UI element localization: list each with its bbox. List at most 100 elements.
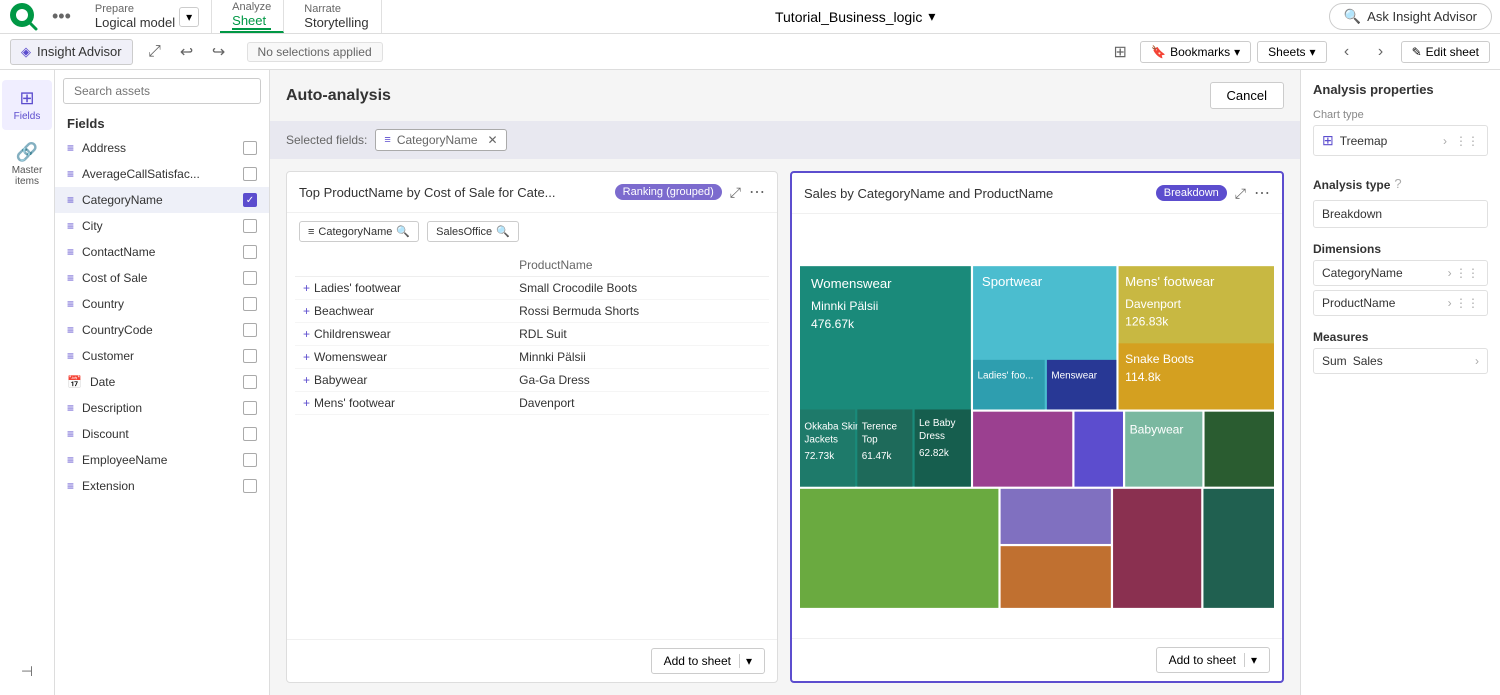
field-checkbox-country[interactable] <box>243 297 257 311</box>
insight-advisor-tab[interactable]: ◈ Insight Advisor <box>10 39 133 65</box>
table-cell-category: +Babywear <box>295 369 511 392</box>
more-options-icon[interactable]: ••• <box>48 6 75 27</box>
prepare-section[interactable]: Prepare Logical model ▾ <box>83 0 212 33</box>
field-checkbox-discount[interactable] <box>243 427 257 441</box>
chart-type-text: Treemap <box>1340 134 1388 148</box>
chip-icon: ≡ <box>384 134 390 146</box>
chart-card-ranking: Top ProductName by Cost of Sale for Cate… <box>286 171 778 683</box>
treemap-minnki-label: Minnki Pälsii <box>811 299 878 313</box>
grid-icon[interactable]: ⊞ <box>1106 38 1134 66</box>
field-checkbox-date[interactable] <box>243 375 257 389</box>
treemap-icon: ⊞ <box>1322 132 1334 149</box>
field-checkbox-avgcall[interactable] <box>243 167 257 181</box>
expand-icon[interactable]: ⤢ <box>141 38 169 66</box>
field-type-icon-extension: ≡ <box>67 479 74 493</box>
treemap-womenswear-label: Womenswear <box>811 276 892 291</box>
sidebar-item-fields[interactable]: ⊞ Fields <box>2 80 52 130</box>
field-item-address[interactable]: ≡ Address <box>55 135 269 161</box>
help-icon[interactable]: ? <box>1394 176 1401 191</box>
field-checkbox-categoryname[interactable]: ✓ <box>243 193 257 207</box>
field-name-countrycode: CountryCode <box>82 323 153 337</box>
plus-icon[interactable]: + <box>303 281 310 295</box>
add-to-sheet-button-chart2[interactable]: Add to sheet ▾ <box>1156 647 1270 673</box>
auto-analysis-header: Auto-analysis Cancel <box>270 70 1300 121</box>
field-checkbox-city[interactable] <box>243 219 257 233</box>
chart-type-section: Chart type ⊞ Treemap › ⋮⋮ <box>1313 109 1488 156</box>
plus-icon[interactable]: + <box>303 396 310 410</box>
dim-item-categoryname[interactable]: CategoryName › ⋮⋮ <box>1313 260 1488 286</box>
field-checkbox-address[interactable] <box>243 141 257 155</box>
search-assets-input[interactable] <box>63 78 261 104</box>
field-checkbox-employeename[interactable] <box>243 453 257 467</box>
field-checkbox-countrycode[interactable] <box>243 323 257 337</box>
no-selections-text: No selections applied <box>258 45 372 59</box>
chart1-menu-icon[interactable]: ⋯ <box>749 182 765 202</box>
add-sheet-dropdown-chart1[interactable]: ▾ <box>739 654 752 668</box>
forward-icon[interactable]: ↪ <box>205 38 233 66</box>
chip-close-icon[interactable]: ✕ <box>488 133 498 147</box>
table-cell-category: +Womenswear <box>295 346 511 369</box>
field-item-costofsale[interactable]: ≡ Cost of Sale <box>55 265 269 291</box>
app-dropdown-icon[interactable]: ▾ <box>928 8 935 25</box>
chart-type-value[interactable]: ⊞ Treemap › ⋮⋮ <box>1313 125 1488 156</box>
filter-btn-categoryname[interactable]: ≡ CategoryName 🔍 <box>299 221 419 242</box>
field-item-date[interactable]: 📅 Date <box>55 369 269 395</box>
auto-analysis-title: Auto-analysis <box>286 87 391 105</box>
collapse-panel-icon[interactable]: ⊣ <box>13 657 41 685</box>
cancel-button[interactable]: Cancel <box>1210 82 1284 109</box>
table-cell-category: +Ladies' footwear <box>295 277 511 300</box>
back-icon[interactable]: ↩ <box>173 38 201 66</box>
treemap-ladiesfoo-label: Ladies' foo... <box>977 371 1033 382</box>
plus-icon[interactable]: + <box>303 350 310 364</box>
ask-insight-advisor-button[interactable]: 🔍 Ask Insight Advisor <box>1329 3 1492 30</box>
measure-item-sales[interactable]: Sum Sales › <box>1313 348 1488 374</box>
field-item-country[interactable]: ≡ Country <box>55 291 269 317</box>
master-items-nav-label: Master items <box>8 165 46 187</box>
field-checkbox-contactname[interactable] <box>243 245 257 259</box>
prepare-dropdown[interactable]: ▾ <box>179 7 199 27</box>
dimensions-section: Dimensions CategoryName › ⋮⋮ ProductName… <box>1313 242 1488 316</box>
plus-icon[interactable]: + <box>303 304 310 318</box>
field-checkbox-extension[interactable] <box>243 479 257 493</box>
dim-item-productname[interactable]: ProductName › ⋮⋮ <box>1313 290 1488 316</box>
field-checkbox-description[interactable] <box>243 401 257 415</box>
insight-advisor-tab-label: Insight Advisor <box>37 44 122 59</box>
field-item-city[interactable]: ≡ City <box>55 213 269 239</box>
field-item-categoryname[interactable]: ≡ CategoryName ✓ <box>55 187 269 213</box>
prev-sheet-icon[interactable]: ‹ <box>1333 38 1361 66</box>
field-item-avgcall[interactable]: ≡ AverageCallSatisfac... <box>55 161 269 187</box>
expand-chart2-icon[interactable]: ⤢ <box>1235 185 1246 202</box>
field-item-description[interactable]: ≡ Description <box>55 395 269 421</box>
field-item-contactname[interactable]: ≡ ContactName <box>55 239 269 265</box>
field-type-icon-avgcall: ≡ <box>67 167 74 181</box>
field-item-discount[interactable]: ≡ Discount <box>55 421 269 447</box>
plus-icon[interactable]: + <box>303 373 310 387</box>
sheets-button[interactable]: Sheets ▾ <box>1257 41 1326 63</box>
field-checkbox-customer[interactable] <box>243 349 257 363</box>
narrate-section[interactable]: Narrate Storytelling <box>292 0 381 33</box>
treemap-davenport-label: Davenport <box>1125 297 1182 311</box>
edit-sheet-button[interactable]: ✎ Edit sheet <box>1401 41 1490 63</box>
field-name-extension: Extension <box>82 479 135 493</box>
field-checkbox-costofsale[interactable] <box>243 271 257 285</box>
field-type-icon-description: ≡ <box>67 401 74 415</box>
field-item-countrycode[interactable]: ≡ CountryCode <box>55 317 269 343</box>
expand-chart1-icon[interactable]: ⤢ <box>730 184 741 201</box>
table-chart: ProductName +Ladies' footwear Small Croc… <box>287 246 777 639</box>
filter-btn-salesoffice[interactable]: SalesOffice 🔍 <box>427 221 519 242</box>
plus-icon[interactable]: + <box>303 327 310 341</box>
treemap-lebaby-label: Le Baby <box>919 418 955 429</box>
analyze-section[interactable]: Analyze Sheet <box>220 0 284 33</box>
field-item-customer[interactable]: ≡ Customer <box>55 343 269 369</box>
measures-title: Measures <box>1313 330 1488 344</box>
bookmarks-button[interactable]: 🔖 Bookmarks ▾ <box>1140 41 1251 63</box>
chart2-menu-icon[interactable]: ⋯ <box>1254 183 1270 203</box>
sidebar-item-master-items[interactable]: 🔗 Master items <box>2 134 52 195</box>
next-sheet-icon[interactable]: › <box>1367 38 1395 66</box>
treemap-bottom-mid1 <box>1001 489 1111 544</box>
field-item-employeename[interactable]: ≡ EmployeeName <box>55 447 269 473</box>
chart-type-dots[interactable]: ⋮⋮ <box>1455 134 1479 148</box>
field-item-extension[interactable]: ≡ Extension <box>55 473 269 499</box>
add-sheet-dropdown-chart2[interactable]: ▾ <box>1244 653 1257 667</box>
add-to-sheet-button-chart1[interactable]: Add to sheet ▾ <box>651 648 765 674</box>
